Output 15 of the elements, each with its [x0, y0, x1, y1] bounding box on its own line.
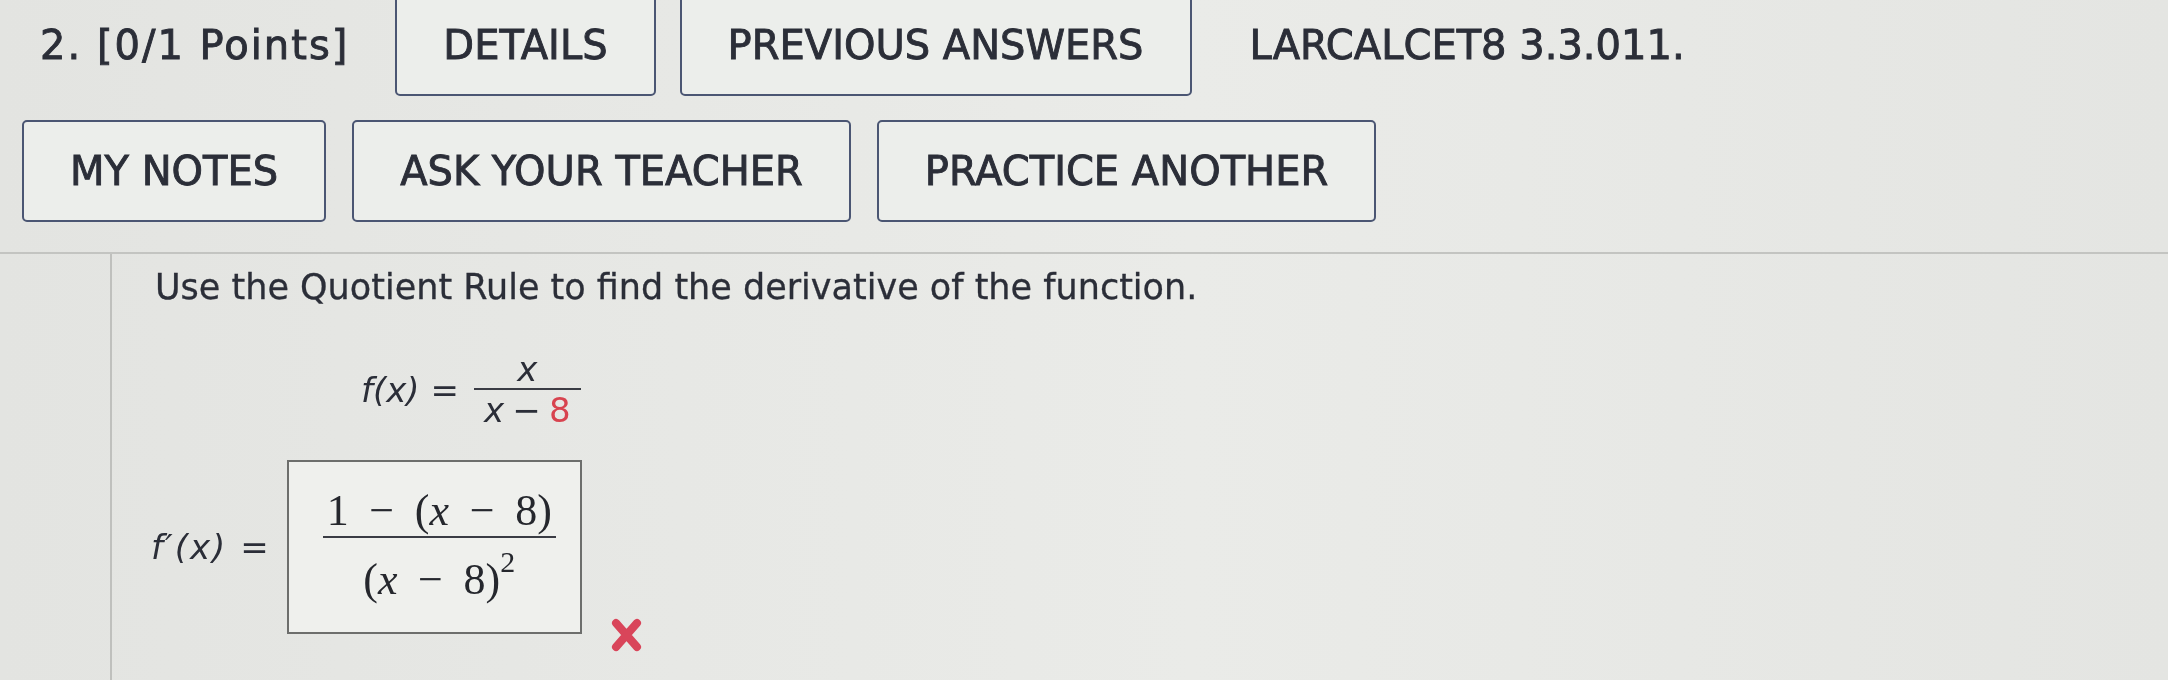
ask-your-teacher-button[interactable]: ASK YOUR TEACHER	[352, 120, 851, 222]
fraction-denominator: x − 8	[482, 390, 572, 430]
details-button[interactable]: DETAILS	[395, 0, 656, 96]
answer-numerator: 1 − (x − 8)	[325, 486, 553, 536]
my-notes-button[interactable]: MY NOTES	[22, 120, 327, 222]
question-heading: 2. [0/1 Points]	[40, 22, 350, 68]
fraction-numerator: x	[515, 350, 539, 388]
function-label: f(x) =	[361, 370, 459, 410]
derivative-label: f′(x) =	[151, 527, 271, 567]
practice-another-button[interactable]: PRACTICE ANOTHER	[876, 120, 1377, 222]
answer-box[interactable]: 1 − (x − 8) (x − 8)$^{2}$	[286, 460, 582, 634]
assignment-reference: LARCALCET8 3.3.011.	[1249, 22, 1685, 68]
answer-denominator: (x − 8)$^{2}$	[362, 543, 517, 606]
question-text: Use the Quotient Rule to find the derivative of the function.	[155, 266, 1198, 308]
previous-answers-button[interactable]: PREVIOUS ANSWERS	[679, 0, 1192, 96]
